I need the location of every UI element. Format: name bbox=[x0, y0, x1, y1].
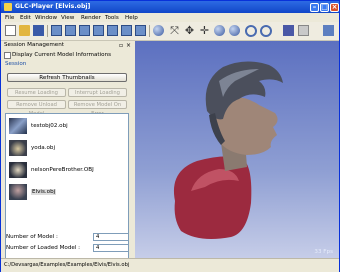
refresh-thumbnails-button[interactable]: Refresh Thumbnails bbox=[7, 73, 127, 82]
right-view-icon[interactable] bbox=[93, 25, 104, 36]
front-view-icon[interactable] bbox=[51, 25, 62, 36]
fit-icon[interactable] bbox=[260, 25, 272, 37]
model-name: yoda.obj bbox=[31, 145, 56, 151]
model-shoulders bbox=[173, 156, 252, 239]
toolbar-separator bbox=[47, 25, 48, 37]
left-view-icon[interactable] bbox=[79, 25, 90, 36]
menu-bar: File Edit Window View Render Tools Help bbox=[1, 13, 339, 22]
maximize-button[interactable]: □ bbox=[320, 2, 329, 12]
display-info-checkbox[interactable] bbox=[4, 52, 11, 59]
model-thumbnail bbox=[9, 118, 27, 134]
sphere-icon[interactable] bbox=[153, 25, 164, 36]
window-title: GLC-Player [Elvis.obj] bbox=[15, 3, 91, 10]
model-thumbnail bbox=[9, 140, 27, 156]
status-path: C:/Devsargas/Examples/Examples/Elvis/Elv… bbox=[4, 262, 130, 268]
pan-icon[interactable]: ✥ bbox=[184, 25, 195, 36]
remove-unload-model-button[interactable]: Remove Unload Model bbox=[7, 100, 66, 117]
session-group-label: Session bbox=[5, 61, 27, 67]
remove-model-on-error-button[interactable]: Remove Model On Error bbox=[68, 100, 127, 117]
zoom-out-icon[interactable] bbox=[245, 25, 257, 37]
menu-edit[interactable]: Edit bbox=[20, 15, 31, 21]
info-icon[interactable] bbox=[323, 25, 334, 36]
list-item[interactable]: testobj02.obj bbox=[9, 118, 127, 134]
reframe-icon[interactable] bbox=[214, 25, 225, 36]
toolbar: ⤧ ✥ ✛ bbox=[1, 22, 339, 41]
display-info-label: Display Current Model Informations bbox=[12, 52, 112, 58]
panel-header: Session Management ▫ × bbox=[3, 41, 131, 49]
menu-window[interactable]: Window bbox=[35, 15, 57, 21]
move-icon[interactable]: ⤧ bbox=[169, 25, 180, 36]
model-thumbnail bbox=[9, 162, 27, 178]
save-icon[interactable] bbox=[33, 25, 44, 36]
close-button[interactable]: × bbox=[330, 2, 339, 12]
menu-help[interactable]: Help bbox=[125, 15, 138, 21]
list-item[interactable]: yoda.obj bbox=[9, 140, 127, 156]
settings-icon[interactable] bbox=[298, 25, 309, 36]
minimize-button[interactable]: – bbox=[310, 2, 319, 12]
app-icon bbox=[4, 3, 12, 11]
app-window: GLC-Player [Elvis.obj] – □ × File Edit W… bbox=[0, 0, 340, 272]
menu-render[interactable]: Render bbox=[81, 15, 101, 21]
top-view-icon[interactable] bbox=[107, 25, 118, 36]
model-count-label: Number of Model : bbox=[6, 234, 58, 240]
session-panel: Session Management ▫ × Display Current M… bbox=[1, 41, 133, 267]
loaded-count-field: 4 bbox=[93, 244, 129, 252]
zoom-in-icon[interactable] bbox=[229, 25, 240, 36]
list-item-selected[interactable]: Elvis.obj bbox=[9, 184, 127, 200]
new-icon[interactable] bbox=[5, 25, 16, 36]
3d-viewport[interactable]: 33 Fps bbox=[135, 41, 339, 258]
status-bar: C:/Devsargas/Examples/Examples/Elvis/Elv… bbox=[1, 258, 339, 272]
toolbar-separator bbox=[149, 25, 150, 37]
interrupt-loading-button[interactable]: Interrupt Loading bbox=[68, 88, 127, 97]
light-icon[interactable] bbox=[283, 25, 294, 36]
menu-tools[interactable]: Tools bbox=[105, 15, 119, 21]
title-bar[interactable]: GLC-Player [Elvis.obj] – □ × bbox=[1, 1, 339, 13]
float-panel-icon[interactable]: ▫ bbox=[119, 42, 123, 49]
list-item[interactable]: nelsonPereBrother.OBJ bbox=[9, 162, 127, 178]
close-panel-icon[interactable]: × bbox=[126, 42, 131, 49]
model-count-field: 4 bbox=[93, 233, 129, 241]
model-thumbnail bbox=[9, 184, 27, 200]
model-name: Elvis.obj bbox=[31, 189, 57, 195]
back-view-icon[interactable] bbox=[65, 25, 76, 36]
bottom-view-icon[interactable] bbox=[121, 25, 132, 36]
menu-file[interactable]: File bbox=[5, 15, 14, 21]
model-name: nelsonPereBrother.OBJ bbox=[31, 167, 94, 173]
iso-view-icon[interactable] bbox=[135, 25, 146, 36]
model-name: testobj02.obj bbox=[31, 123, 68, 129]
panel-title: Session Management bbox=[4, 42, 64, 48]
open-icon[interactable] bbox=[19, 25, 30, 36]
elvis-model-render bbox=[173, 61, 283, 239]
loaded-count-label: Number of Loaded Model : bbox=[6, 245, 81, 251]
resume-loading-button[interactable]: Resume Loading bbox=[7, 88, 66, 97]
rotate-icon[interactable]: ✛ bbox=[199, 25, 210, 36]
menu-view[interactable]: View bbox=[61, 15, 74, 21]
fps-counter: 33 Fps bbox=[314, 249, 333, 255]
